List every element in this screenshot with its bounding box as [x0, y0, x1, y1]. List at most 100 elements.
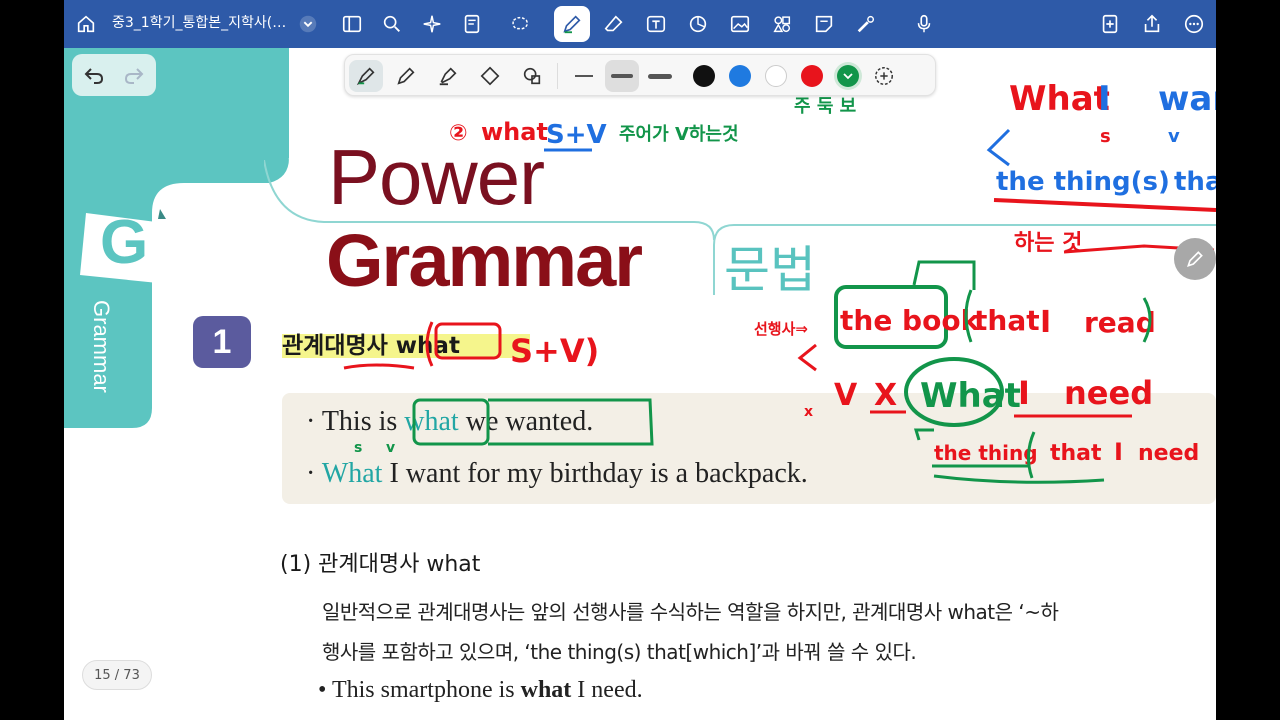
image-icon [730, 15, 750, 33]
ex1-keyword: what [404, 406, 459, 437]
highlighter-icon [439, 67, 457, 86]
eraser-tool[interactable] [473, 60, 507, 92]
lasso-icon [512, 16, 528, 30]
width-thick[interactable] [643, 60, 677, 92]
sticky-note-button[interactable] [806, 6, 842, 42]
textbox-icon [646, 15, 666, 33]
search-button[interactable] [374, 6, 410, 42]
image-button[interactable] [722, 6, 758, 42]
section-number-badge: 1 [193, 316, 251, 368]
document-title[interactable]: 중3_1학기_통합본_지학사(… [112, 12, 286, 32]
ex2-post: I want for my birthday is a backpack. [382, 458, 808, 489]
lasso-button[interactable] [502, 6, 538, 42]
ink-i-1: I [1040, 305, 1051, 340]
pencil-float-button[interactable] [1174, 238, 1216, 280]
microphone-icon [917, 14, 931, 33]
ink-that-right: that [1174, 167, 1216, 197]
pencil-icon [397, 67, 415, 85]
add-page-button[interactable] [1092, 6, 1128, 42]
add-color-icon [875, 67, 893, 85]
eraser-button[interactable] [596, 6, 632, 42]
undo-redo-group [72, 54, 156, 96]
microphone-button[interactable] [900, 6, 948, 42]
width-thin[interactable] [567, 60, 601, 92]
shape-button[interactable] [680, 6, 716, 42]
pen-icon [563, 15, 581, 34]
color-blue[interactable] [726, 60, 754, 92]
body-text-line-1: 일반적으로 관계대명사는 앞의 선행사를 수식하는 역할을 하지만, 관계대명사… [322, 600, 1059, 624]
laser-icon [857, 15, 875, 33]
shape-icon [689, 15, 707, 33]
ex3-pre: • This smartphone is [318, 677, 521, 703]
lasso-icon [523, 67, 541, 85]
eraser-icon [604, 15, 623, 32]
add-page-icon [1102, 14, 1118, 34]
title-dropdown[interactable] [290, 6, 326, 42]
laser-button[interactable] [848, 6, 884, 42]
ink-subject-note: 주어가 V하는것 [619, 124, 739, 145]
ink-what-right: What [1009, 79, 1110, 119]
ex3-post: I need. [571, 677, 643, 703]
pen-palette [344, 54, 936, 96]
add-color-button[interactable] [869, 60, 899, 92]
ex1-post: we wanted. [458, 406, 594, 437]
home-button[interactable] [68, 6, 104, 42]
lasso-tool[interactable] [515, 60, 549, 92]
chapter-side-text: Grammar [89, 300, 114, 393]
ai-button[interactable] [414, 6, 450, 42]
ink-top-mid: 주 둑 보 [794, 96, 856, 117]
ink-read: read [1084, 306, 1156, 339]
width-medium[interactable] [605, 60, 639, 92]
eraser-icon [480, 66, 500, 86]
title-power: Power [328, 133, 545, 221]
sidebar-icon [342, 15, 362, 33]
ink-s-label: s [1100, 126, 1111, 147]
more-button[interactable] [1176, 6, 1212, 42]
chapter-g-badge: G [78, 205, 168, 285]
example-sentence-3: • This smartphone is what I need. [318, 677, 643, 704]
ink-v-label: v [1168, 126, 1180, 147]
color-black[interactable] [690, 60, 718, 92]
sticky-note-icon [815, 15, 833, 33]
ink-s-v: S+V [546, 120, 607, 150]
sparkle-icon [423, 15, 441, 33]
sidebar-button[interactable] [334, 6, 370, 42]
elements-button[interactable] [764, 6, 800, 42]
redo-icon[interactable] [122, 63, 146, 87]
home-icon [77, 15, 95, 33]
body-text-line-2: 행사를 포함하고 있으며, ‘the thing(s) that[which]’… [322, 640, 917, 664]
palette-divider [557, 63, 558, 89]
subsection-heading: (1) 관계대명사 what [280, 552, 481, 577]
ink-want: want [1158, 79, 1216, 119]
textbox-button[interactable] [638, 6, 674, 42]
color-red[interactable] [798, 60, 826, 92]
example-sentence-2: · What I want for my birthday is a backp… [306, 458, 808, 490]
page-indicator[interactable]: 15 / 73 [82, 660, 152, 690]
search-icon [383, 15, 400, 32]
share-button[interactable] [1134, 6, 1170, 42]
pen-button-active[interactable] [554, 6, 590, 42]
ex3-keyword: what [520, 677, 572, 703]
chapter-letter: G [100, 208, 149, 277]
pencil-tool[interactable] [389, 60, 423, 92]
example-sentence-1: · This is what we wanted. [306, 406, 593, 438]
color-white[interactable] [762, 60, 790, 92]
section-title: 관계대명사 what [282, 333, 460, 359]
ex2-keyword: What [321, 458, 383, 489]
app-window: G Grammar Power Grammar 문법 1 관계대명사 what … [64, 0, 1216, 720]
more-icon [1184, 14, 1204, 34]
chevron-down-icon [299, 15, 317, 33]
elements-icon [773, 16, 791, 33]
title-grammar: Grammar [326, 219, 643, 302]
title-korean: 문법 [724, 241, 816, 299]
color-green-selected[interactable] [832, 60, 864, 92]
fountain-pen-icon [356, 67, 375, 86]
bookmark-button[interactable] [454, 6, 490, 42]
highlighter-tool[interactable] [431, 60, 465, 92]
ex2-bullet: · [306, 458, 322, 489]
fountain-pen-tool[interactable] [349, 60, 383, 92]
top-toolbar: 중3_1학기_통합본_지학사(… [64, 0, 1216, 48]
ex1-pre: · This is [306, 406, 405, 437]
undo-icon[interactable] [82, 63, 106, 87]
ink-that-1: that [974, 304, 1040, 337]
